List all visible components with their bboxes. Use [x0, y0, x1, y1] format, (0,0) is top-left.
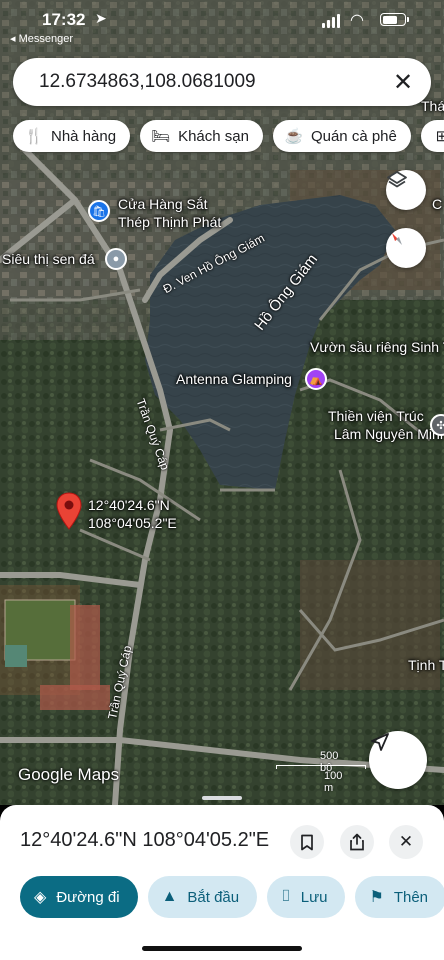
shopping-bag-icon[interactable]: 🛍	[88, 200, 110, 222]
directions-label: Đường đi	[56, 888, 120, 906]
restaurant-icon: 🍴	[24, 128, 44, 145]
map-view[interactable]: 17:32 ➤ ◂ Messenger ◠ Thá C 🛍 Cửa Hàng S…	[0, 0, 444, 805]
bookmark-icon: ⌷	[281, 888, 291, 905]
add-label: Thên	[393, 888, 429, 906]
directions-icon: ◈	[34, 889, 47, 906]
place-label-supermarket[interactable]: Siêu thị sen đá	[2, 251, 95, 268]
compass-button[interactable]	[386, 228, 426, 268]
cafe-icon: ☕	[284, 128, 304, 145]
location-arrow-icon: ➤	[95, 10, 107, 26]
place-bottom-sheet[interactable]: 12°40'24.6"N 108°04'05.2"E ✕ ◈ Đường đi …	[0, 796, 444, 960]
chip-label: Nhà hàng	[51, 127, 117, 145]
place-label-durian-garden[interactable]: Vườn sầu riêng Sinh T	[310, 339, 444, 356]
battery-icon	[380, 13, 409, 26]
directions-button[interactable]: ◈ Đường đi	[20, 876, 138, 918]
chip-hotels[interactable]: 🛏 Khách sạn	[140, 120, 263, 152]
navigation-arrow-icon	[371, 733, 389, 751]
status-time: 17:32	[42, 10, 86, 29]
hotel-icon: 🛏	[151, 128, 171, 145]
my-location-button[interactable]	[369, 731, 427, 789]
map-pin-icon[interactable]: ●	[105, 248, 127, 270]
hospital-icon: ⊞	[435, 128, 444, 145]
place-label-partial-top[interactable]: Thá	[421, 98, 444, 115]
layers-button[interactable]	[386, 170, 426, 210]
place-label-partial-right[interactable]: C	[432, 196, 442, 213]
close-sheet-button[interactable]: ✕	[389, 825, 423, 859]
save-button[interactable]	[290, 825, 324, 859]
close-icon: ✕	[398, 832, 414, 851]
scale-bar	[276, 765, 366, 769]
scale-metric: 100 m	[324, 770, 343, 794]
share-button[interactable]	[340, 825, 374, 859]
flag-icon: ⚑	[369, 889, 384, 906]
place-label-hardware-store-1[interactable]: Cửa Hàng Sắt	[118, 196, 208, 213]
chip-label: Quán cà phê	[310, 127, 397, 145]
place-label-glamping[interactable]: Antenna Glamping	[176, 371, 292, 388]
bookmark-icon	[301, 834, 313, 850]
save-label: Lưu	[300, 888, 328, 906]
wifi-icon: ◠	[350, 12, 364, 29]
cellular-signal-icon	[322, 14, 340, 28]
place-label-monastery-2[interactable]: Lâm Nguyên Minh	[334, 426, 444, 443]
camping-icon[interactable]: ⛺	[305, 368, 327, 390]
start-label: Bắt đầu	[187, 888, 240, 906]
start-button[interactable]: ▲ Bắt đầu	[147, 876, 258, 918]
google-maps-logo: Google Maps	[18, 765, 120, 784]
chip-restaurants[interactable]: 🍴 Nhà hàng	[13, 120, 131, 152]
save-place-button[interactable]: ⌷ Lưu	[267, 876, 346, 918]
place-label-province[interactable]: Tịnh Th	[408, 657, 444, 674]
category-chips: 🍴 Nhà hàng 🛏 Khách sạn ☕ Quán cà phê ⊞ B…	[13, 120, 444, 152]
status-bar: 17:32 ➤ ◂ Messenger ◠	[0, 0, 444, 50]
share-icon	[350, 833, 364, 851]
layers-icon	[387, 171, 407, 188]
back-to-app-link[interactable]: ◂ Messenger	[10, 32, 73, 45]
place-title: 12°40'24.6"N 108°04'05.2"E	[20, 829, 270, 851]
chip-cafes[interactable]: ☕ Quán cà phê	[272, 120, 411, 152]
compass-icon	[392, 233, 402, 245]
add-label-button[interactable]: ⚑ Thên	[355, 876, 444, 918]
action-buttons-row: ◈ Đường đi ▲ Bắt đầu ⌷ Lưu ⚑ Thên	[20, 876, 444, 918]
dropped-pin-icon[interactable]	[56, 492, 82, 530]
sheet-drag-handle[interactable]	[202, 796, 242, 800]
chip-label: Khách sạn	[178, 127, 249, 145]
close-icon[interactable]: ✕	[389, 68, 417, 97]
pin-latitude-label: 12°40'24.6"N	[88, 497, 170, 513]
chip-hospitals[interactable]: ⊞ Bệ	[420, 120, 444, 152]
place-label-monastery-1[interactable]: Thiền viện Trúc	[328, 408, 424, 425]
search-bar[interactable]: 12.6734863,108.0681009 ✕	[13, 58, 431, 106]
place-label-hardware-store-2[interactable]: Thép Thịnh Phát	[118, 214, 221, 231]
pin-longitude-label: 108°04'05.2"E	[88, 515, 177, 531]
navigation-icon: ▲	[161, 888, 178, 905]
home-indicator	[142, 946, 302, 951]
search-input[interactable]: 12.6734863,108.0681009	[39, 71, 389, 93]
